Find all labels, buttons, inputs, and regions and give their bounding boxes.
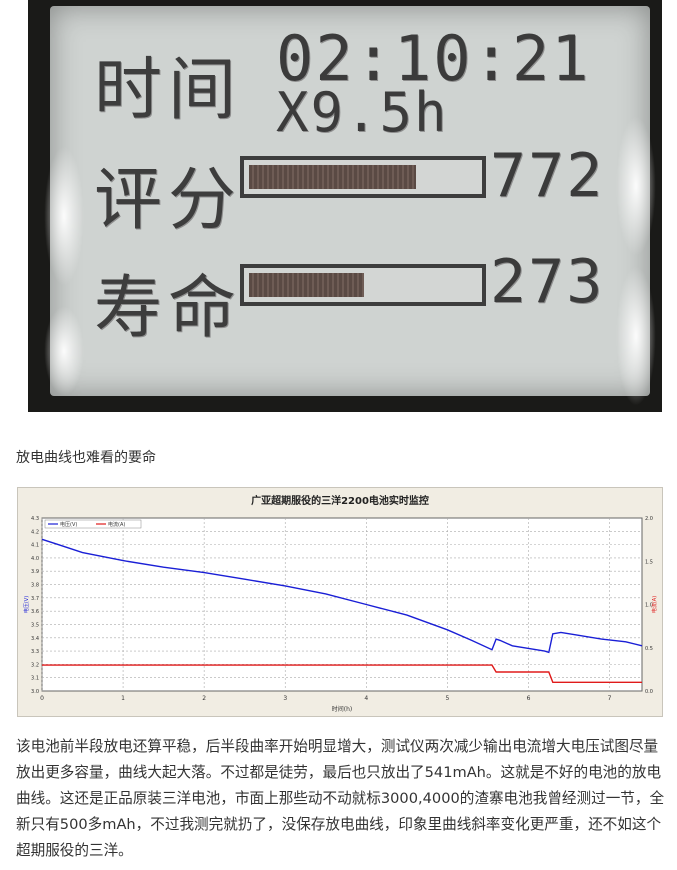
y-right-tick-label: 0.0 <box>645 689 653 695</box>
x-tick-label: 0 <box>40 695 44 702</box>
lcd-life-value: 273 <box>490 247 605 317</box>
lcd-life-label: 寿命 <box>94 269 243 348</box>
lcd-time-label: 时间 <box>94 51 243 130</box>
chart-svg: 广亚超期服役的三洋2200电池实时监控 0 1 2 3 4 5 6 7 3.0 3.1 3.2 3.3 3… <box>23 494 658 713</box>
y-left-tick-label: 3.3 <box>31 649 39 655</box>
y-left-tick-label: 3.5 <box>31 622 39 628</box>
y-left-tick-label: 4.2 <box>31 529 39 535</box>
x-tick-label: 3 <box>283 695 287 702</box>
y-left-axis-label: 电压(V) <box>23 596 30 613</box>
x-tick-label: 5 <box>445 695 449 702</box>
lcd-life-fill <box>249 273 365 297</box>
body-paragraph: 该电池前半段放电还算平稳，后半段曲率开始明显增大，测试仪两次减少输出电流增大电压… <box>16 738 665 859</box>
lcd-life-bar <box>240 264 486 306</box>
y-left-tick-label: 3.0 <box>31 689 39 695</box>
lcd-score-label: 评分 <box>94 161 243 240</box>
y-left-tick-label: 4.3 <box>31 516 39 522</box>
lcd-photo: 时间 02:10:21 X9.5h 评分 772 寿命 273 <box>28 0 662 412</box>
y-left-tick-label: 4.0 <box>31 556 39 562</box>
lcd-score-value: 772 <box>490 141 605 211</box>
discharge-chart: 广亚超期服役的三洋2200电池实时监控 0 1 2 3 4 5 6 7 3.0 3.1 3.2 3.3 3… <box>17 487 663 717</box>
x-tick-label: 7 <box>608 695 612 702</box>
x-tick-label: 2 <box>202 695 206 702</box>
legend-label: 电流(A) <box>108 521 125 528</box>
x-tick-label: 1 <box>121 695 125 702</box>
y-left-tick-label: 4.1 <box>31 543 39 549</box>
y-right-tick-label: 2.0 <box>645 516 653 522</box>
y-left-tick-label: 3.4 <box>31 636 39 642</box>
x-tick-label: 4 <box>364 695 368 702</box>
lcd-time-sub: X9.5h <box>276 81 449 144</box>
y-left-tick-label: 3.6 <box>31 609 39 615</box>
lcd-score-fill <box>249 165 417 189</box>
y-left-tick-label: 3.7 <box>31 596 39 602</box>
x-axis-label: 时间(h) <box>332 705 353 713</box>
lcd-score-bar <box>240 156 486 198</box>
y-right-axis-label: 电流(A) <box>651 596 658 613</box>
legend-label: 电压(V) <box>60 521 77 528</box>
x-tick-label: 6 <box>527 695 531 702</box>
chart-title: 广亚超期服役的三洋2200电池实时监控 <box>251 494 429 507</box>
y-left-tick-label: 3.9 <box>31 569 39 575</box>
y-left-tick-label: 3.2 <box>31 662 39 668</box>
y-left-tick-label: 3.8 <box>31 583 39 589</box>
caption-text: 放电曲线也难看的要命 <box>16 450 156 466</box>
lcd-screen: 时间 02:10:21 X9.5h 评分 772 寿命 273 <box>44 6 656 406</box>
y-right-tick-label: 0.5 <box>645 646 653 652</box>
y-right-tick-label: 1.5 <box>645 559 653 565</box>
y-left-tick-label: 3.1 <box>31 676 39 682</box>
